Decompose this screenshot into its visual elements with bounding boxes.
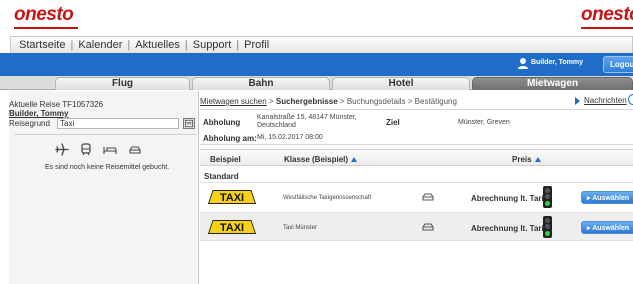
onesto-logo[interactable]: onesto <box>14 4 74 26</box>
select-button[interactable]: ▸ Auswählen <box>581 191 633 204</box>
nav-separator: | <box>236 39 240 51</box>
company-name: Taxi Münster <box>283 225 318 231</box>
col-class[interactable]: Klasse (Beispiel) <box>284 155 358 164</box>
nav-support[interactable]: Support <box>193 39 232 51</box>
train-icon <box>81 143 91 156</box>
user-name[interactable]: Builder, Tommy <box>531 59 583 66</box>
breadcrumb-details: Buchungsdetails <box>346 97 406 106</box>
breadcrumb-sep: > <box>407 97 413 106</box>
breadcrumb-sep: > <box>268 97 274 106</box>
breadcrumb: Mietwagen suchen > Suchergebnisse > Buch… <box>200 97 457 106</box>
nav-profil[interactable]: Profil <box>244 39 269 51</box>
col-price[interactable]: Preis <box>512 155 541 164</box>
nav-separator: | <box>70 39 74 51</box>
car-icon <box>422 223 434 231</box>
nav-kalender[interactable]: Kalender <box>78 39 122 51</box>
sort-icon[interactable] <box>351 157 358 162</box>
empty-message: Es sind noch keine Reisemittel gebucht. <box>45 164 170 171</box>
nav-startseite[interactable]: Startseite <box>19 39 65 51</box>
nav-aktuelles[interactable]: Aktuelles <box>135 39 180 51</box>
sidebar-divider <box>14 134 196 135</box>
nav-separator: | <box>184 39 188 51</box>
tab-mietwagen[interactable]: Mietwagen <box>472 77 633 90</box>
news-arrow-icon <box>575 97 580 105</box>
sidebar-gutter <box>0 91 9 284</box>
breadcrumb-confirmation: Bestätigung <box>414 97 457 106</box>
select-button[interactable]: ▸ Auswählen <box>581 221 633 234</box>
breadcrumb-search[interactable]: Mietwagen suchen <box>200 97 267 106</box>
logout-button[interactable]: Logout <box>603 56 633 73</box>
rate-text: Abrechnung lt. Tarif <box>471 224 547 233</box>
col-example: Beispiel <box>210 155 241 164</box>
select-button-label: Auswählen <box>592 195 630 202</box>
select-button-label: Auswählen <box>592 225 630 232</box>
col-price-label: Preis <box>512 155 532 164</box>
news-link[interactable]: Nachrichten <box>584 96 627 105</box>
rate-text: Abrechnung lt. Tarif <box>471 194 547 203</box>
reason-input[interactable] <box>57 118 179 129</box>
pickup-time-value: Mi, 15.02.2017 08:00 <box>257 134 323 141</box>
calendar-icon[interactable] <box>183 118 195 129</box>
car-icon <box>129 145 141 154</box>
logo-underline-right <box>581 27 633 29</box>
group-label: Standard <box>204 172 239 181</box>
car-icon <box>422 193 434 201</box>
top-navigation: Startseite | Kalender | Aktuelles | Supp… <box>10 36 633 53</box>
taxi-badge: TAXI <box>208 220 256 234</box>
pickup-address-line1: Kanalstraße 15, 48147 Münster, <box>257 114 357 121</box>
breadcrumb-results: Suchergebnisse <box>275 97 338 106</box>
travel-mode-icons <box>55 143 141 156</box>
tab-flug[interactable]: Flug <box>55 77 190 90</box>
onesto-logo-right: onesto <box>581 4 633 25</box>
availability-light-icon <box>543 186 552 208</box>
company-name: Westfälische Taxigenossenschaft <box>283 195 372 201</box>
availability-light-icon <box>543 216 552 238</box>
info-circle-icon[interactable] <box>628 94 633 105</box>
taxi-badge: TAXI <box>208 190 256 204</box>
results-table-header: Beispiel Klasse (Beispiel) Preis <box>200 149 633 166</box>
pickup-time-label: Abholung am: <box>203 134 257 143</box>
table-row <box>200 212 633 241</box>
destination-label: Ziel <box>386 118 400 127</box>
traveler-link[interactable]: Builder, Tommy <box>9 109 68 118</box>
pickup-label: Abholung <box>203 118 241 127</box>
destination-value: Münster, Greven <box>458 119 510 126</box>
taxi-badge-text: TAXI <box>220 192 244 204</box>
pickup-address-line2: Deutschland <box>257 122 296 129</box>
tab-bahn[interactable]: Bahn <box>192 77 330 90</box>
table-row <box>200 182 633 211</box>
sort-icon[interactable] <box>534 157 541 162</box>
col-class-label: Klasse (Beispiel) <box>284 155 349 164</box>
logo-underline <box>14 27 78 29</box>
user-icon <box>518 58 528 69</box>
reason-label: Reisegrund <box>9 119 50 128</box>
current-trip: Aktuelle Reise TF1057326 <box>9 100 104 109</box>
tab-hotel[interactable]: Hotel <box>332 77 470 90</box>
hotel-icon <box>103 146 117 154</box>
nav-separator: | <box>127 39 131 51</box>
taxi-badge-text: TAXI <box>220 222 244 234</box>
breadcrumb-sep: > <box>339 97 345 106</box>
plane-icon <box>55 143 69 156</box>
